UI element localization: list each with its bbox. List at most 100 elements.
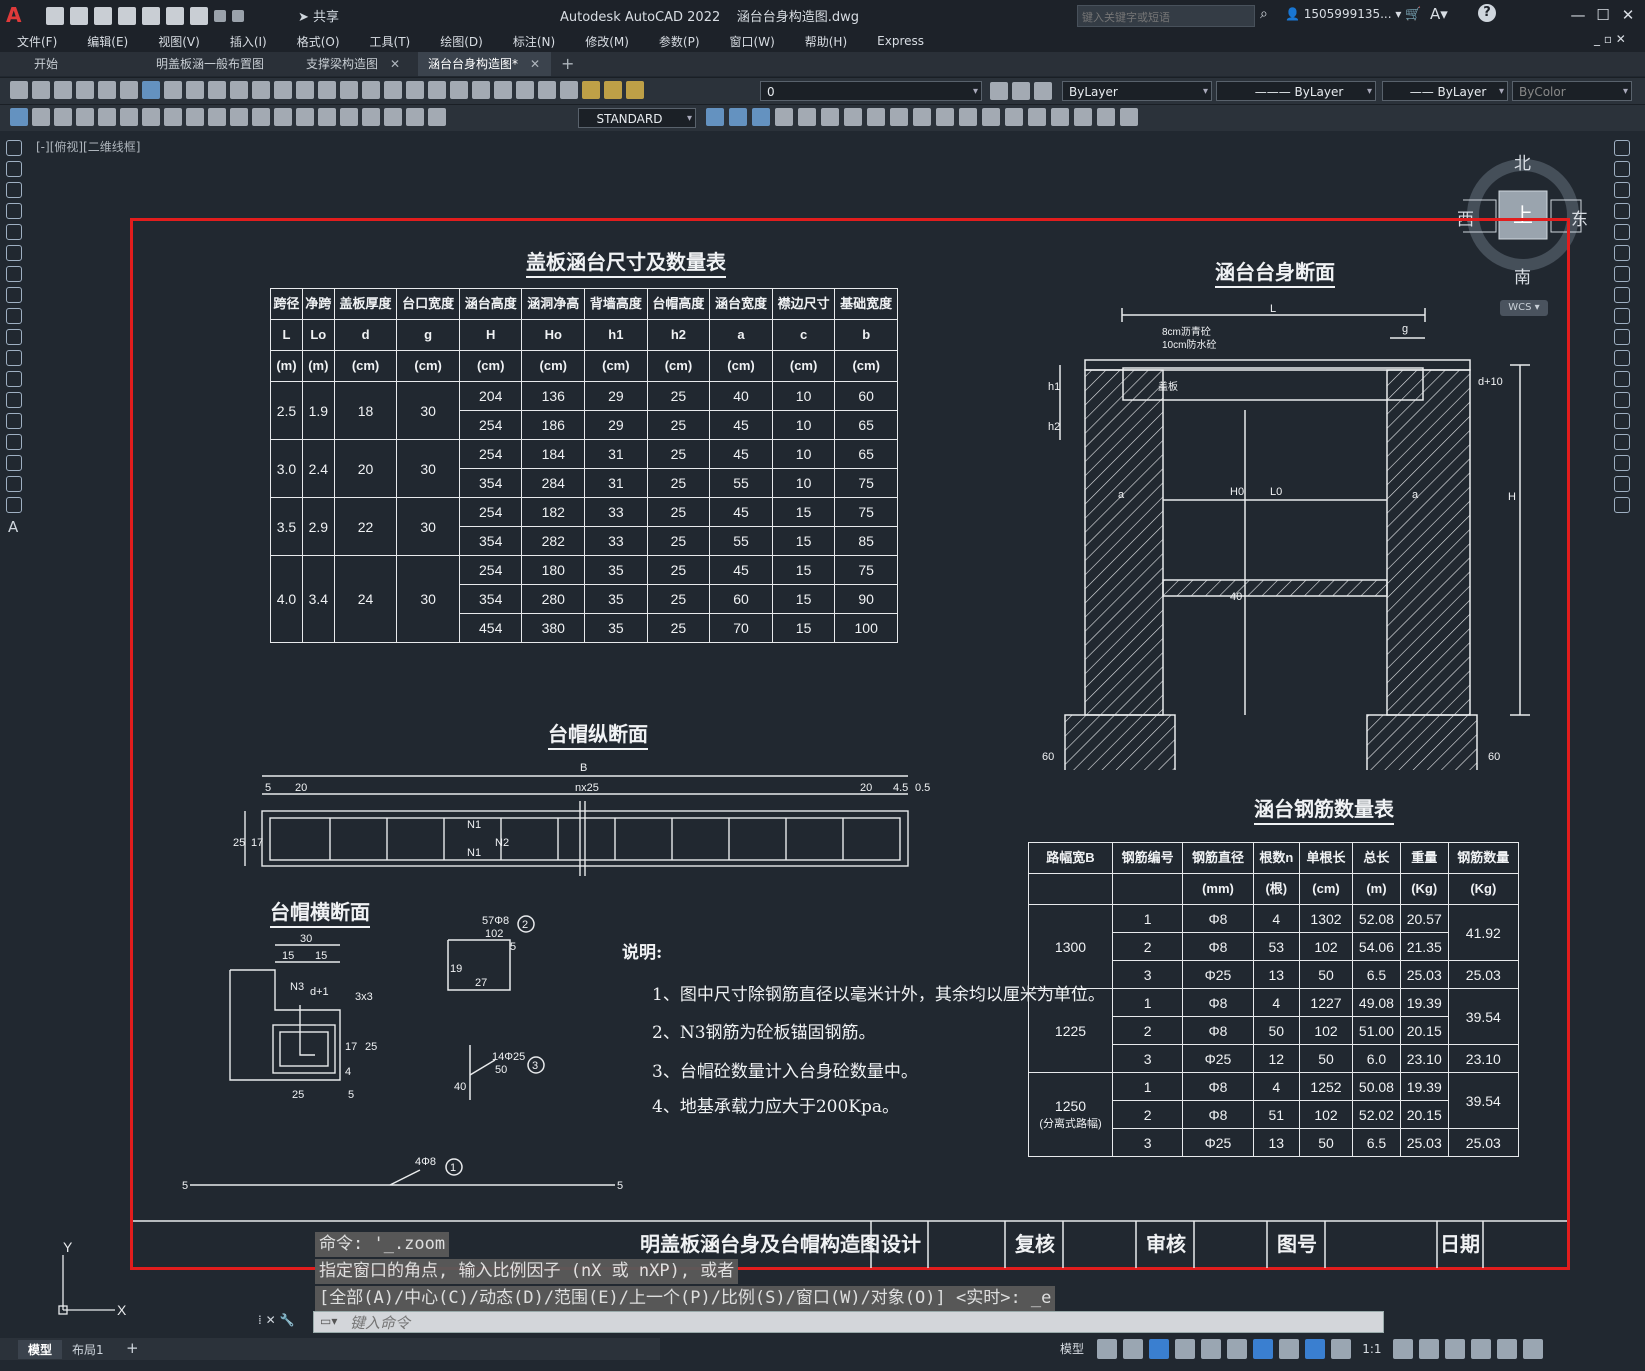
save-icon[interactable] (54, 81, 72, 99)
preview-icon[interactable] (98, 81, 116, 99)
mtext-icon[interactable]: A (8, 518, 28, 536)
dim-diameter-icon[interactable] (142, 108, 160, 126)
close-button[interactable]: ✕ (1617, 4, 1639, 26)
move-object-icon[interactable] (1614, 245, 1630, 261)
osnap-icon[interactable] (1253, 1338, 1274, 1359)
menu-format[interactable]: 格式(O) (297, 33, 340, 50)
annotation-scale[interactable]: 1:1 (1362, 1342, 1381, 1356)
add-layout-icon[interactable]: + (126, 1339, 139, 1357)
tool-palette-icon[interactable] (450, 81, 468, 99)
menu-file[interactable]: 文件(F) (17, 33, 57, 50)
layer-on-icon[interactable] (582, 81, 600, 99)
new-icon[interactable] (10, 81, 28, 99)
arc-icon[interactable] (6, 245, 22, 261)
slice-icon[interactable] (890, 108, 908, 126)
lineweight-icon[interactable] (1279, 1338, 1300, 1359)
new-tab-icon[interactable]: + (561, 54, 574, 73)
section-icon[interactable] (913, 108, 931, 126)
menu-parametric[interactable]: 参数(P) (659, 33, 700, 50)
join-icon[interactable] (1614, 413, 1630, 429)
copy-object-icon[interactable] (1614, 161, 1630, 177)
zoom-icon[interactable] (340, 81, 358, 99)
extend-icon[interactable] (1614, 350, 1630, 366)
zoom-previous-icon[interactable] (384, 81, 402, 99)
insert-block-icon[interactable] (6, 371, 22, 387)
polygon-icon[interactable] (6, 203, 22, 219)
menu-modify[interactable]: 修改(M) (585, 33, 629, 50)
linetype-dropdown[interactable]: ——— ByLayer (1216, 81, 1376, 102)
hatch-icon[interactable] (6, 434, 22, 450)
make-block-icon[interactable] (6, 392, 22, 408)
menu-dimension[interactable]: 标注(N) (513, 33, 555, 50)
layer-previous-icon[interactable] (1012, 82, 1030, 100)
helix-icon[interactable] (1074, 108, 1092, 126)
web-icon[interactable] (142, 81, 160, 99)
jogged-linear-icon[interactable] (362, 108, 380, 126)
plotstyle-dropdown[interactable]: ByColor (1512, 81, 1632, 102)
align-icon[interactable] (821, 108, 839, 126)
plot-icon[interactable] (190, 7, 208, 25)
user-account[interactable]: 👤 1505999135... ▾ (1285, 7, 1401, 21)
extrude-icon[interactable] (959, 108, 977, 126)
publish-icon[interactable] (120, 81, 138, 99)
open-web-icon[interactable] (142, 7, 160, 25)
tab-close-icon[interactable]: ✕ (530, 57, 540, 71)
paste-icon[interactable] (208, 81, 226, 99)
presspull-icon[interactable] (1005, 108, 1023, 126)
redo-icon[interactable] (232, 10, 244, 22)
markup-icon[interactable] (494, 81, 512, 99)
rotate-icon[interactable] (1614, 266, 1630, 282)
interfere-icon[interactable] (936, 108, 954, 126)
erase-icon[interactable] (1614, 140, 1630, 156)
menu-view[interactable]: 视图(V) (158, 33, 200, 50)
command-prompt-icon[interactable]: ▭▾ (320, 1314, 337, 1328)
tab-close-icon[interactable]: ✕ (390, 57, 400, 71)
cart-icon[interactable]: 🛒 (1405, 7, 1421, 22)
box-icon[interactable] (706, 108, 724, 126)
center-mark-icon[interactable] (318, 108, 336, 126)
menu-draw[interactable]: 绘图(D) (440, 33, 483, 50)
cut-icon[interactable] (164, 81, 182, 99)
array-icon[interactable] (1614, 224, 1630, 240)
dimstyle-dropdown[interactable]: STANDARD (578, 108, 696, 129)
search-icon[interactable]: ⌕ (1260, 6, 1268, 22)
hardware-acceleration-icon[interactable] (1470, 1338, 1491, 1359)
pan-icon[interactable] (318, 81, 336, 99)
open-icon[interactable] (70, 7, 88, 25)
new-icon[interactable] (46, 7, 64, 25)
layer-freeze-icon[interactable] (604, 81, 622, 99)
design-center-icon[interactable] (428, 81, 446, 99)
mirror3d-icon[interactable] (844, 108, 862, 126)
inspection-icon[interactable] (340, 108, 358, 126)
open-icon[interactable] (32, 81, 50, 99)
tab-start[interactable]: 开始 (24, 52, 144, 76)
dim-ordinate-icon[interactable] (76, 108, 94, 126)
sheet-set-icon[interactable] (472, 81, 490, 99)
otrack-icon[interactable] (1227, 1338, 1248, 1359)
color-dropdown[interactable]: ByLayer (1062, 81, 1212, 102)
chamfer-icon[interactable] (1614, 434, 1630, 450)
grid-icon[interactable] (1097, 1338, 1118, 1359)
dim-aligned-icon[interactable] (32, 108, 50, 126)
gradient-icon[interactable] (6, 455, 22, 471)
dim-baseline-icon[interactable] (208, 108, 226, 126)
ellipse-icon[interactable] (6, 329, 22, 345)
make-current-icon[interactable] (990, 82, 1008, 100)
layer-manager-icon[interactable] (560, 81, 578, 99)
layer-lock-icon[interactable] (626, 81, 644, 99)
lineweight-dropdown[interactable]: —— ByLayer (1382, 81, 1508, 102)
rectangle-icon[interactable] (6, 224, 22, 240)
spline-icon[interactable] (6, 308, 22, 324)
scale-icon[interactable] (1614, 287, 1630, 303)
zoom-window-icon[interactable] (362, 81, 380, 99)
help-icon[interactable] (538, 81, 556, 99)
break-point-icon[interactable] (1614, 371, 1630, 387)
dim-linear-icon[interactable] (10, 108, 28, 126)
move-icon[interactable] (775, 108, 793, 126)
command-line[interactable]: ▭▾ (313, 1311, 1384, 1334)
region-icon[interactable] (6, 476, 22, 492)
loft-icon[interactable] (1051, 108, 1069, 126)
stretch-icon[interactable] (1614, 308, 1630, 324)
layer-dropdown[interactable]: 0 (760, 81, 982, 102)
dim-update-icon[interactable] (428, 108, 446, 126)
